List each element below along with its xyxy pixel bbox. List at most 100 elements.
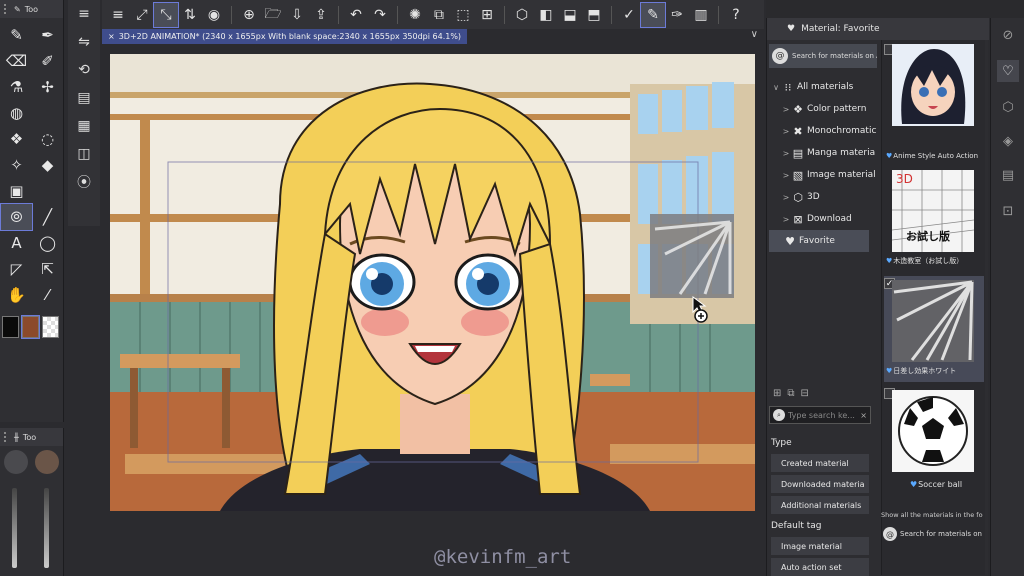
export-icon[interactable]: ⇪ <box>309 3 333 27</box>
fill-icon[interactable]: ❖ <box>1 126 32 152</box>
canvas-artwork[interactable] <box>110 54 755 511</box>
sub-color-swatch[interactable] <box>21 315 40 339</box>
timeline-icon[interactable]: ▥ <box>689 3 713 27</box>
download-panel-icon[interactable]: ⊡ <box>997 200 1019 222</box>
document-tab[interactable]: × 3D+2D ANIMATION* (2340 x 1655px With b… <box>102 29 468 44</box>
transform-icon[interactable]: ⤡ <box>153 1 179 28</box>
default-tag-button[interactable]: Auto action set <box>771 558 869 576</box>
type-filter-button[interactable]: Downloaded materia <box>771 475 869 493</box>
check-icon[interactable]: ✓ <box>617 3 641 27</box>
airbrush-icon[interactable]: ⚗ <box>1 74 32 100</box>
grid-icon[interactable]: ⊞ <box>475 3 499 27</box>
sparkle-icon[interactable]: ✢ <box>32 74 63 100</box>
stack-icon[interactable]: ▤ <box>997 164 1019 186</box>
brush-icon[interactable]: ✑ <box>665 3 689 27</box>
pen-icon[interactable]: ✎ <box>640 1 666 28</box>
chevron-right-icon[interactable]: > <box>781 127 791 136</box>
brush-color-dot[interactable] <box>35 450 59 474</box>
redo-icon[interactable]: ↷ <box>368 3 392 27</box>
operation-icon[interactable]: ⇱ <box>32 256 63 282</box>
chevron-down-icon[interactable]: ∨ <box>751 29 758 40</box>
chevron-right-icon[interactable]: > <box>781 149 791 158</box>
tree-item-monochromatic[interactable]: > ✖ Monochromatic <box>767 120 877 142</box>
chevron-right-icon[interactable]: > <box>781 215 791 224</box>
material-favorite-icon[interactable]: ♡ <box>997 60 1019 82</box>
opacity-slider[interactable] <box>44 488 49 568</box>
type-filter-button[interactable]: Additional materials <box>771 496 869 514</box>
open-icon[interactable]: 🗁 <box>261 3 285 27</box>
new-icon[interactable]: ⊕ <box>237 3 261 27</box>
fit-icon[interactable]: ⤢ <box>130 3 154 27</box>
fill-icon[interactable]: ◧ <box>534 3 558 27</box>
clear-icon[interactable]: × <box>860 411 867 420</box>
tree-item-3d[interactable]: > ⬡ 3D <box>767 186 877 208</box>
material-item[interactable]: ♥Soccer ball <box>884 386 984 494</box>
default-tag-button[interactable]: Image material <box>771 537 869 555</box>
eraser-icon[interactable]: ⌫ <box>1 48 32 74</box>
marker-icon[interactable]: ✒ <box>32 22 63 48</box>
new-folder-icon[interactable]: ⊞ <box>773 388 781 399</box>
chevron-down-icon[interactable]: ∨ <box>771 83 781 92</box>
bucket-icon[interactable]: ◆ <box>32 152 63 178</box>
undo-icon[interactable]: ↶ <box>344 3 368 27</box>
tool-palette-header[interactable]: ✎ Too <box>0 0 63 18</box>
tree-item-download[interactable]: > ⊠ Download <box>767 208 877 230</box>
lasso-select-icon[interactable]: ⦾ <box>0 203 33 231</box>
brush-size-slider[interactable] <box>12 488 17 568</box>
dropper-pen-icon[interactable]: ✐ <box>32 48 63 74</box>
brush-size-dot[interactable] <box>4 450 28 474</box>
folder-settings-icon[interactable]: ⊟ <box>801 388 809 399</box>
edit-icon[interactable]: ✎ <box>964 282 972 293</box>
close-tab-icon[interactable]: × <box>108 32 115 41</box>
balloon-icon[interactable]: ◯ <box>32 230 63 256</box>
frame-icon[interactable]: ◫ <box>68 140 100 168</box>
gradient-icon[interactable]: ▣ <box>1 178 32 204</box>
chevron-right-icon[interactable]: > <box>781 171 791 180</box>
layers-icon[interactable]: ◈ <box>997 130 1019 152</box>
tree-item-image-material[interactable]: > ▧ Image material <box>767 164 877 186</box>
magic-wand-icon[interactable]: ✧ <box>1 152 32 178</box>
tree-item-favorite[interactable]: ♥ Favorite <box>769 230 869 252</box>
copy-icon[interactable]: ⧉ <box>427 3 451 27</box>
lasso-icon[interactable]: ◌ <box>32 126 63 152</box>
material-item[interactable]: ♥Anime Style Auto Action <box>884 42 984 166</box>
material-item-selected[interactable]: ✓ ✎ ♥日差し効果ホワイト <box>884 276 984 382</box>
material-3d-icon[interactable]: ⬡ <box>997 96 1019 118</box>
chevron-right-icon[interactable]: > <box>781 105 791 114</box>
material-palette-header[interactable]: ♥ Material: Favorite <box>767 18 989 40</box>
transparent-color-swatch[interactable] <box>42 316 59 338</box>
tool-property-header[interactable]: ╫ Too <box>0 428 63 446</box>
view-icon[interactable]: ◉ <box>202 3 226 27</box>
menu-icon[interactable]: ≡ <box>68 0 100 28</box>
rotate-icon[interactable]: ⟲ <box>68 56 100 84</box>
shape-icon[interactable]: ⬡ <box>510 3 534 27</box>
layer-icon[interactable]: ▤ <box>68 84 100 112</box>
text-icon[interactable]: A <box>1 230 32 256</box>
tag-search-input[interactable]: ⌕ Type search ke... × <box>769 406 871 424</box>
loading-icon[interactable]: ✺ <box>403 3 427 27</box>
duplicate-folder-icon[interactable]: ⧉ <box>787 388 794 399</box>
mask-icon[interactable]: ⦿ <box>68 168 100 196</box>
pen-icon[interactable]: ✎ <box>1 22 32 48</box>
adjust-icon[interactable]: ⇋ <box>68 28 100 56</box>
tree-item-all-materials[interactable]: ∨ ⁝⁝ All materials <box>767 76 877 98</box>
tone-icon[interactable]: ⬒ <box>582 3 606 27</box>
grip-icon[interactable] <box>4 432 10 442</box>
grip-icon[interactable] <box>4 4 10 14</box>
save-icon[interactable]: ⇩ <box>285 3 309 27</box>
main-color-swatch[interactable] <box>2 316 19 338</box>
eyedropper-icon[interactable]: ⁄ <box>32 282 63 308</box>
select-icon[interactable]: ⬚ <box>451 3 475 27</box>
line-icon[interactable]: ╱ <box>32 204 63 230</box>
hand-icon[interactable]: ✋ <box>1 282 32 308</box>
mask-icon[interactable]: ⬓ <box>558 3 582 27</box>
search-materials-assets-button[interactable]: @ Search for materials on A <box>769 44 877 68</box>
navigator-icon[interactable]: ⊘ <box>997 24 1019 46</box>
type-filter-button[interactable]: Created material <box>771 454 869 472</box>
globe-icon[interactable]: ◍ <box>1 100 32 126</box>
frame-icon[interactable]: ◸ <box>1 256 32 282</box>
menu-icon[interactable]: ≡ <box>106 3 130 27</box>
chevron-right-icon[interactable]: > <box>781 193 791 202</box>
grid-icon[interactable]: ▦ <box>68 112 100 140</box>
material-item[interactable]: 3D お試し版 ♥木造教室（お試し版） <box>884 168 984 276</box>
